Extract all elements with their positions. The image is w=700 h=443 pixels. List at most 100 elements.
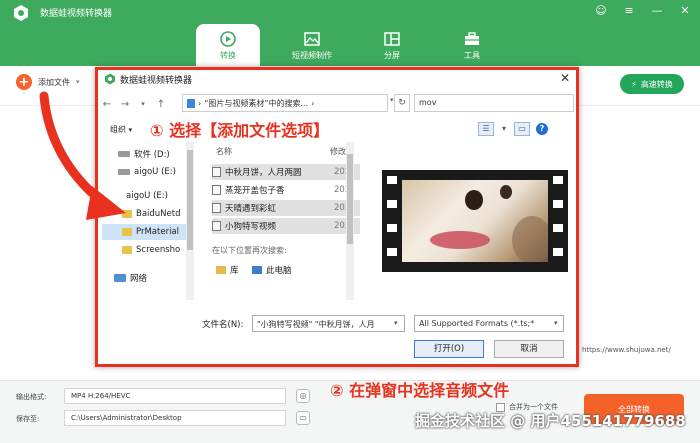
output-format-label: 输出格式: [16, 393, 47, 401]
back-arrow-icon[interactable]: ← [102, 99, 112, 110]
scrollbar-thumb[interactable] [187, 150, 193, 250]
film-hole [387, 200, 397, 208]
tab-convert[interactable]: 转换 [196, 24, 260, 66]
file-row[interactable]: 中秋月饼，人月两圆 202 [212, 164, 360, 180]
file-row[interactable]: 蒸笼开盖包子香 202 [212, 182, 360, 198]
tree-item[interactable]: PrMaterial [102, 224, 186, 240]
tree-item-label: aigoU (E:) [126, 191, 168, 201]
filename-label: 文件名(N): [202, 320, 244, 330]
tree-item-label: aigoU (E:) [134, 167, 176, 177]
tree-item[interactable]: 网络 [102, 270, 186, 286]
save-to-field[interactable]: C:\Users\Administrator\Desktop [64, 410, 286, 426]
tree-item-label: 网络 [130, 274, 148, 284]
minimize-icon[interactable]: — [650, 4, 664, 17]
dialog-titlebar: 数据蛙视频转换器 [98, 70, 576, 88]
site-url: https://www.shujuwa.net/ [582, 346, 671, 354]
file-row[interactable]: 小狗特写视频 202 [212, 218, 360, 234]
drive-icon [118, 151, 130, 157]
file-row[interactable]: 天晴遇到彩虹 202 [212, 200, 360, 216]
hw-accel-label: 高速转换 [640, 79, 673, 89]
tab-short-video-label: 短视频制作 [292, 51, 332, 60]
chevron-down-icon[interactable]: ▾ [76, 78, 80, 86]
column-name[interactable]: 名称 [216, 146, 232, 157]
address-dropdown-icon[interactable]: ▾ [390, 96, 394, 104]
image-icon [304, 32, 320, 46]
convert-icon [220, 31, 236, 47]
organize-label: 组织 [110, 125, 126, 134]
tree-item-label: 软件 (D:) [134, 150, 170, 160]
video-file-icon [212, 221, 221, 231]
chevron-down-icon: ▾ [128, 126, 133, 134]
preview-pane-icon[interactable]: ▭ [514, 122, 530, 136]
tree-item-label: BaiduNetd [136, 209, 181, 219]
tab-convert-label: 转换 [220, 51, 236, 60]
address-bar[interactable]: › “图片与视频素材”中的搜索... › [182, 94, 388, 112]
save-to-label: 保存至: [16, 415, 40, 423]
folder-icon[interactable]: ▭ [296, 411, 310, 425]
preview-pane [382, 170, 568, 272]
refresh-icon[interactable]: ↻ [394, 94, 410, 112]
chevron-down-icon[interactable]: ▾ [554, 319, 558, 327]
file-list-scrollbar[interactable] [346, 142, 354, 300]
folder-tree: 软件 (D:) aigoU (E:) aigoU (E:) BaiduNetd … [102, 142, 186, 302]
search-input[interactable]: mov [414, 94, 574, 112]
filetype-select[interactable]: All Supported Formats (*.ts;* [414, 315, 564, 332]
folder-icon [122, 246, 132, 254]
filename-input[interactable]: "小狗特写视频" "中秋月饼，人月 [252, 315, 405, 332]
scrollbar-thumb[interactable] [347, 154, 353, 244]
film-hole [387, 224, 397, 232]
tree-scrollbar[interactable] [186, 142, 194, 300]
close-icon[interactable]: ✕ [678, 4, 692, 17]
view-dropdown-icon[interactable]: ▾ [500, 122, 508, 136]
recent-dropdown-icon[interactable]: ▾ [138, 100, 148, 108]
dialog-navbar: ← → ▾ ↑ › “图片与视频素材”中的搜索... › ▾ ↻ mov [102, 94, 576, 114]
toolbox-icon [465, 32, 479, 45]
app-logo-icon [14, 5, 28, 21]
tree-item[interactable]: Screensho [102, 242, 186, 258]
video-file-icon [212, 185, 221, 195]
tree-item[interactable]: 软件 (D:) [102, 146, 186, 162]
folder-icon [122, 210, 132, 218]
hw-accel-button[interactable]: ⚡ 高速转换 [620, 74, 684, 94]
library-icon [216, 266, 226, 274]
tree-item[interactable]: aigoU (E:) [102, 164, 186, 180]
tree-item[interactable]: aigoU (E:) [102, 188, 186, 204]
tab-short-video[interactable]: 短视频制作 [272, 24, 352, 66]
search-location-this-pc[interactable]: 此电脑 [252, 264, 292, 276]
settings-icon[interactable]: ◎ [296, 389, 310, 403]
open-file-dialog: 数据蛙视频转换器 ✕ ← → ▾ ↑ › “图片与视频素材”中的搜索... › … [95, 67, 579, 367]
up-arrow-icon[interactable]: ↑ [156, 99, 166, 110]
open-button[interactable]: 打开(O) [414, 340, 484, 358]
app-title: 数据蛙视频转换器 [40, 9, 113, 19]
tab-tools[interactable]: 工具 [432, 24, 512, 66]
add-file-button[interactable]: + 添加文件 ▾ [16, 74, 80, 90]
film-hole [553, 200, 563, 208]
film-hole [553, 248, 563, 256]
file-name: 蒸笼开盖包子香 [225, 186, 285, 196]
file-name: 天晴遇到彩虹 [225, 204, 277, 214]
view-controls: ☰ ▾ ▭ ? [478, 122, 548, 136]
tab-tools-label: 工具 [464, 51, 480, 60]
main-nav: 转换 短视频制作 分屏 工具 [196, 24, 512, 66]
cancel-button[interactable]: 取消 [494, 340, 564, 358]
chevron-down-icon[interactable]: ▾ [394, 319, 398, 327]
tree-item[interactable]: BaiduNetd [102, 206, 186, 222]
view-list-icon[interactable]: ☰ [478, 122, 494, 136]
organize-menu[interactable]: 组织 ▾ [110, 124, 132, 135]
plus-icon: + [16, 74, 32, 90]
watermark-text: 掘金技术社区 @ 用户455141779688 [415, 412, 686, 430]
film-hole [387, 176, 397, 184]
feedback-icon[interactable]: ☺ [594, 4, 608, 17]
file-name: 中秋月饼，人月两圆 [225, 168, 302, 178]
help-icon[interactable]: ? [536, 123, 548, 135]
dialog-title: 数据蛙视频转换器 [120, 75, 193, 86]
tab-split-screen[interactable]: 分屏 [352, 24, 432, 66]
search-location-library[interactable]: 库 [216, 264, 239, 276]
computer-icon [252, 266, 262, 274]
forward-arrow-icon[interactable]: → [120, 99, 130, 110]
dialog-close-icon[interactable]: ✕ [560, 71, 570, 85]
column-modified[interactable]: 修改 [330, 146, 346, 157]
output-format-select[interactable]: MP4 H.264/HEVC [64, 388, 286, 404]
dialog-logo-icon [105, 73, 115, 85]
menu-icon[interactable]: ≡ [622, 4, 636, 17]
